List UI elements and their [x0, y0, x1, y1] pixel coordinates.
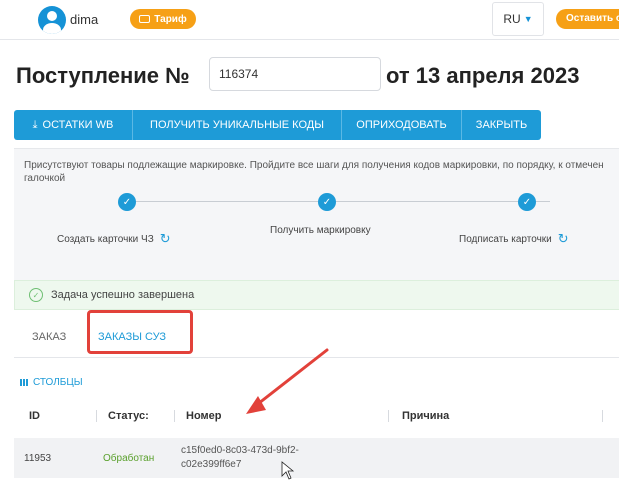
table-header: ID Статус: Номер Причина — [14, 398, 619, 434]
user-avatar-icon[interactable] — [38, 6, 66, 34]
columns-label: СТОЛБЦЫ — [33, 377, 83, 388]
success-message: Задача успешно завершена — [51, 289, 195, 301]
get-unique-codes-button[interactable]: ПОЛУЧИТЬ УНИКАЛЬНЫЕ КОДЫ — [133, 110, 342, 140]
language-value: RU — [503, 12, 521, 26]
column-header-status[interactable]: Статус: — [108, 398, 149, 434]
step-2-label: Получить маркировку — [270, 225, 371, 236]
column-header-number[interactable]: Номер — [186, 398, 222, 434]
tariff-button[interactable]: Тариф — [130, 9, 196, 29]
card-icon — [139, 15, 151, 23]
chevron-down-icon: ▼ — [523, 14, 533, 24]
cell-status: Обработан — [103, 452, 155, 464]
columns-toggle[interactable]: СТОЛБЦЫ — [20, 377, 83, 388]
page-title: Поступление № от 13 апреля 2023 — [16, 57, 579, 93]
refresh-icon[interactable]: ↻ — [160, 231, 171, 247]
tariff-label: Тариф — [154, 13, 187, 25]
marking-steps-panel: Присутствуют товары подлежащие маркировк… — [14, 148, 619, 296]
step-2-check-icon: ✓ — [318, 193, 336, 211]
title-suffix: от 13 апреля 2023 — [386, 63, 580, 88]
success-alert: ✓ Задача успешно завершена — [14, 280, 619, 310]
step-3: Подписать карточки ↻ — [459, 231, 569, 247]
step-2: Получить маркировку — [270, 225, 371, 236]
language-select[interactable]: RU ▼ — [492, 2, 544, 36]
column-separator[interactable] — [388, 410, 389, 422]
close-button[interactable]: ЗАКРЫТЬ — [462, 110, 541, 140]
highlight-box — [87, 310, 193, 354]
step-3-label: Подписать карточки — [459, 233, 552, 245]
stock-wb-button[interactable]: ⤓ ОСТАТКИ WB — [14, 110, 133, 140]
title-prefix: Поступление № — [16, 63, 190, 88]
cell-id: 11953 — [24, 452, 52, 464]
step-1-check-icon: ✓ — [118, 193, 136, 211]
columns-icon — [20, 379, 28, 386]
post-button[interactable]: ОПРИХОДОВАТЬ — [342, 110, 462, 140]
cell-number: c15f0ed0-8c03-473d-9bf2-c02e399ff6e7 — [181, 438, 331, 478]
marking-notice: Присутствуют товары подлежащие маркировк… — [24, 160, 604, 184]
step-3-check-icon: ✓ — [518, 193, 536, 211]
action-toolbar: ⤓ ОСТАТКИ WB ПОЛУЧИТЬ УНИКАЛЬНЫЕ КОДЫ ОП… — [14, 110, 541, 140]
tab-order[interactable]: ЗАКАЗ — [32, 316, 66, 358]
refresh-icon[interactable]: ↻ — [558, 231, 569, 247]
column-separator[interactable] — [174, 410, 175, 422]
table-row[interactable]: 11953 Обработан c15f0ed0-8c03-473d-9bf2-… — [14, 438, 619, 478]
stock-wb-label: ОСТАТКИ WB — [42, 119, 114, 131]
document-card: Поступление № от 13 апреля 2023 ⤓ ОСТАТК… — [0, 40, 619, 483]
document-number-input[interactable] — [209, 57, 381, 91]
step-1: Создать карточки ЧЗ ↻ — [57, 231, 171, 247]
cell-number-text: c15f0ed0-8c03-473d-9bf2-c02e399ff6e7 — [181, 445, 299, 470]
user-name[interactable]: dima — [70, 12, 98, 27]
steps-connector — [130, 201, 550, 202]
column-header-id[interactable]: ID — [29, 398, 40, 434]
step-1-label: Создать карточки ЧЗ — [57, 233, 154, 245]
column-header-reason[interactable]: Причина — [402, 398, 449, 434]
check-circle-icon: ✓ — [29, 288, 43, 302]
column-separator[interactable] — [96, 410, 97, 422]
feedback-button[interactable]: Оставить отзыв — [556, 9, 619, 29]
top-bar: dima Тариф RU ▼ Оставить отзыв — [0, 0, 619, 40]
download-icon: ⤓ — [32, 118, 38, 131]
column-separator[interactable] — [602, 410, 603, 422]
